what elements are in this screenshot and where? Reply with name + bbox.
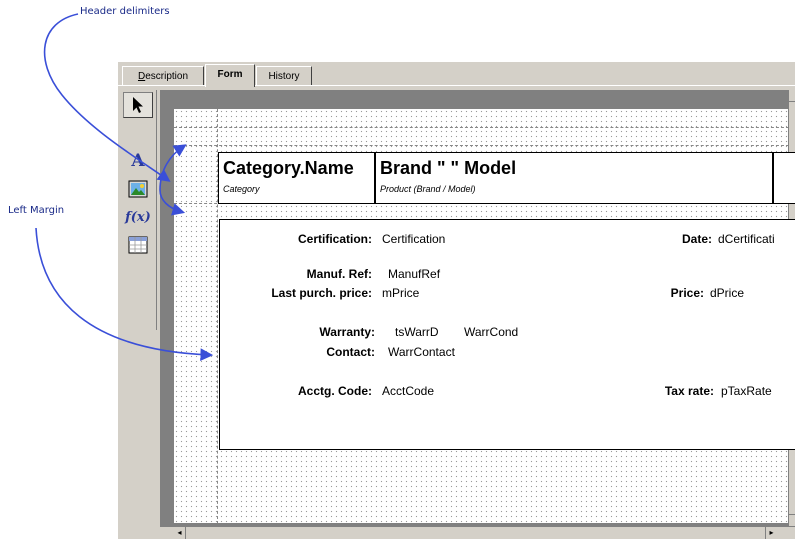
last-purch-price-label: Last purch. price: <box>271 286 372 300</box>
tab-form-label: Form <box>217 69 243 80</box>
warranty-condition-field[interactable]: WarrCond <box>464 325 518 339</box>
scroll-down-arrow-icon[interactable] <box>789 514 795 526</box>
date-label: Date: <box>681 232 712 246</box>
annotation-left-margin: Left Margin <box>8 205 65 216</box>
tab-form[interactable]: Form <box>205 64 255 87</box>
scroll-right-arrow-icon[interactable]: ▸ <box>765 527 777 539</box>
manuf-ref-field[interactable]: ManufRef <box>388 267 440 281</box>
warranty-label: Warranty: <box>319 325 375 339</box>
tab-description[interactable]: Description <box>122 66 204 86</box>
formula-tool-icon[interactable]: f(x) <box>123 204 153 230</box>
tab-description-label: escription <box>145 71 189 82</box>
page-top-margin-guide[interactable] <box>174 127 788 128</box>
date-field[interactable]: dCertificati <box>718 232 792 246</box>
header-cell-extra[interactable] <box>773 152 795 204</box>
header-cell-product[interactable]: Brand " " Model Product (Brand / Model) <box>375 152 773 204</box>
dprice-field[interactable]: dPrice <box>710 286 744 300</box>
category-caption: Category <box>223 184 260 194</box>
acctg-code-label: Acctg. Code: <box>297 384 372 398</box>
scroll-left-arrow-icon[interactable]: ◂ <box>174 527 186 539</box>
manuf-ref-label: Manuf. Ref: <box>306 267 372 281</box>
horizontal-scrollbar[interactable]: ◂ ▸ <box>160 526 795 539</box>
text-tool-glyph: A <box>131 151 145 171</box>
certification-label: Certification: <box>297 232 372 246</box>
brand-model-field: Brand " " Model <box>380 158 517 178</box>
certification-field[interactable]: Certification <box>382 232 445 246</box>
annotation-header-delimiters: Header delimiters <box>80 6 170 17</box>
scroll-up-arrow-icon[interactable] <box>789 90 795 102</box>
product-caption: Product (Brand / Model) <box>380 184 476 194</box>
header-top-delimiter[interactable] <box>174 145 788 146</box>
tab-history-label: History <box>268 71 300 82</box>
text-tool-icon[interactable]: A <box>123 148 153 174</box>
tool-palette: A f(x) <box>121 90 157 330</box>
price-label: Price: <box>670 286 704 300</box>
tab-history[interactable]: History <box>256 66 312 86</box>
formula-tool-glyph: f(x) <box>125 209 151 225</box>
warranty-date-field[interactable]: tsWarrD <box>395 325 439 339</box>
tax-rate-label: Tax rate: <box>664 384 714 398</box>
acctg-code-field[interactable]: AcctCode <box>382 384 434 398</box>
arrow-pointer-icon[interactable] <box>123 92 153 118</box>
table-tool-icon[interactable] <box>123 232 153 258</box>
contact-label: Contact: <box>326 345 375 359</box>
category-name-field: Category.Name <box>223 158 354 178</box>
tab-bar: Description Form History <box>118 62 795 87</box>
picture-tool-icon[interactable] <box>123 176 153 202</box>
contact-field[interactable]: WarrContact <box>388 345 455 359</box>
tax-rate-field[interactable]: pTaxRate <box>721 384 772 398</box>
mprice-field[interactable]: mPrice <box>382 286 419 300</box>
header-cell-category[interactable]: Category.Name Category <box>218 152 375 204</box>
